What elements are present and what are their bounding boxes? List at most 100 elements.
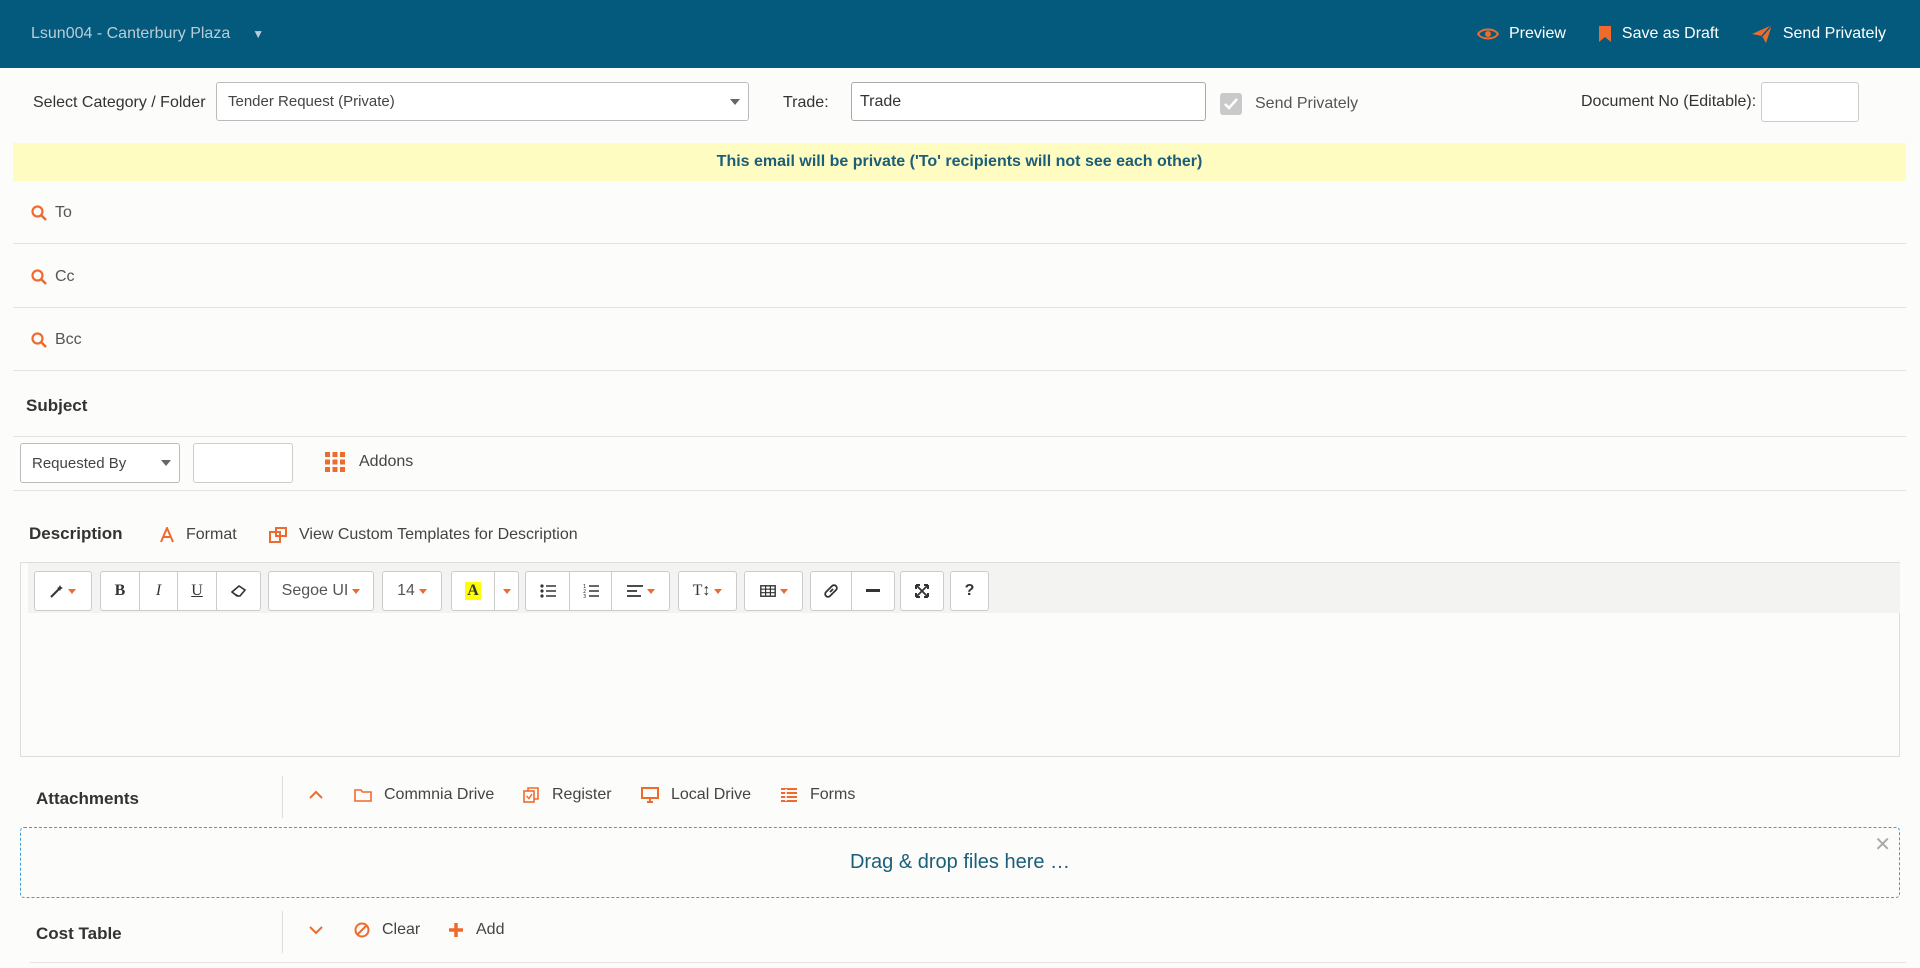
requested-by-select[interactable]: Requested By	[20, 443, 180, 483]
local-drive-button[interactable]: Local Drive	[641, 786, 751, 804]
to-field[interactable]: To	[13, 182, 1906, 244]
table-dropdown[interactable]	[745, 572, 802, 610]
grid-icon	[325, 452, 345, 472]
search-icon[interactable]	[31, 204, 47, 221]
magic-wand-button[interactable]	[35, 572, 91, 610]
italic-label: I	[155, 582, 162, 599]
chevron-up-icon[interactable]	[309, 790, 323, 800]
templates-icon	[269, 527, 287, 543]
forms-button[interactable]: Forms	[780, 786, 855, 804]
send-privately-checkbox[interactable]	[1220, 93, 1242, 115]
register-button[interactable]: Register	[523, 786, 612, 804]
font-size-value: 14	[397, 582, 415, 599]
style-group	[34, 571, 92, 611]
eraser-button[interactable]	[217, 572, 260, 610]
horizontal-rule-button[interactable]	[852, 572, 894, 610]
format-button[interactable]: Format	[160, 526, 237, 544]
subject-label[interactable]: Subject	[26, 396, 87, 416]
fullscreen-button[interactable]	[901, 572, 943, 610]
search-icon[interactable]	[31, 268, 47, 285]
bcc-field[interactable]: Bcc	[13, 309, 1906, 371]
forms-label: Forms	[810, 786, 856, 803]
chevron-down-icon[interactable]	[309, 925, 323, 935]
trade-input[interactable]: Trade	[851, 82, 1206, 121]
font-icon	[160, 527, 174, 543]
table-group	[744, 571, 803, 611]
docno-label: Document No (Editable):	[1581, 93, 1757, 110]
chevron-down-icon[interactable]: ▼	[252, 27, 264, 41]
font-size-dropdown[interactable]: 14	[383, 572, 441, 610]
format-label: Format	[186, 526, 237, 543]
view-templates-label: View Custom Templates for Description	[299, 526, 578, 543]
clear-button[interactable]: Clear	[354, 921, 420, 939]
horizontal-rule-icon	[866, 589, 880, 592]
view-templates-button[interactable]: View Custom Templates for Description	[269, 526, 578, 544]
top-header: Lsun004 - Canterbury Plaza ▼ Preview Sav…	[0, 0, 1920, 68]
italic-button[interactable]: I	[140, 572, 178, 610]
link-icon	[824, 584, 838, 598]
underline-button[interactable]: U	[178, 572, 217, 610]
clear-label: Clear	[382, 921, 421, 938]
description-editor[interactable]: B I U Segoe UI 14 A 1 2 3 T↕ ?	[20, 562, 1900, 757]
eye-icon	[1476, 28, 1499, 40]
add-label: Add	[476, 921, 505, 938]
docno-input[interactable]	[1761, 82, 1859, 122]
font-name-value: Segoe UI	[281, 582, 349, 599]
commnia-drive-button[interactable]: Commnia Drive	[354, 786, 494, 804]
send-privately-button[interactable]: Send Privately	[1751, 24, 1886, 44]
folder-icon	[354, 789, 372, 802]
description-header: Description Format View Custom Templates…	[0, 524, 1920, 550]
align-dropdown[interactable]	[612, 572, 669, 610]
align-left-icon	[626, 585, 643, 597]
category-select[interactable]: Tender Request (Private)	[216, 82, 749, 121]
line-height-dropdown[interactable]: T↕	[679, 572, 736, 610]
save-draft-button[interactable]: Save as Draft	[1598, 25, 1719, 43]
numbered-list-button[interactable]: 123	[570, 572, 612, 610]
font-name-dropdown[interactable]: Segoe UI	[269, 572, 373, 610]
dropzone-text: Drag & drop files here …	[849, 851, 1071, 873]
table-icon	[759, 585, 776, 597]
attachments-title: Attachments	[36, 789, 139, 808]
font-name-group: Segoe UI	[268, 571, 374, 611]
close-icon[interactable]: ✕	[1874, 832, 1891, 857]
divider	[13, 490, 1906, 491]
file-dropzone[interactable]: Drag & drop files here … ✕	[20, 827, 1900, 898]
bold-button[interactable]: B	[101, 572, 140, 610]
editor-toolbar: B I U Segoe UI 14 A 1 2 3 T↕ ?	[28, 563, 1900, 613]
preview-button[interactable]: Preview	[1476, 25, 1566, 43]
bullet-list-button[interactable]	[526, 572, 570, 610]
add-button[interactable]: Add	[448, 921, 504, 939]
font-style-group: B I U	[100, 571, 261, 611]
requested-by-input[interactable]	[193, 443, 293, 483]
help-label: ?	[964, 582, 975, 599]
list-group: 123	[525, 571, 670, 611]
cc-field[interactable]: Cc	[13, 246, 1906, 308]
register-icon	[523, 787, 539, 803]
trade-label: Trade:	[783, 94, 829, 111]
eraser-icon	[230, 585, 246, 597]
link-button[interactable]	[811, 572, 852, 610]
caret-down-icon	[68, 588, 76, 594]
to-label: To	[55, 203, 72, 221]
help-group: ?	[950, 571, 989, 611]
caret-down-icon	[418, 588, 427, 594]
magic-wand-icon	[50, 585, 63, 598]
requested-by-value: Requested By	[32, 454, 127, 472]
project-selector[interactable]: Lsun004 - Canterbury Plaza ▼	[31, 25, 264, 43]
help-button[interactable]: ?	[951, 572, 988, 610]
bookmark-icon	[1598, 26, 1611, 42]
caret-down-icon	[502, 588, 511, 594]
addons-button[interactable]: Addons	[325, 452, 413, 472]
project-name: Lsun004 - Canterbury Plaza	[31, 25, 231, 42]
fullscreen-group	[900, 571, 944, 611]
caret-down-icon	[779, 588, 788, 594]
search-icon[interactable]	[31, 331, 47, 348]
cost-table-title: Cost Table	[36, 924, 122, 943]
highlight-button[interactable]: A	[452, 572, 495, 610]
highlight-color-dropdown[interactable]	[495, 572, 518, 610]
highlight-group: A	[451, 571, 519, 611]
divider	[282, 911, 283, 953]
category-value: Tender Request (Private)	[228, 93, 395, 110]
bullet-list-icon	[539, 584, 556, 598]
ban-icon	[354, 922, 370, 938]
